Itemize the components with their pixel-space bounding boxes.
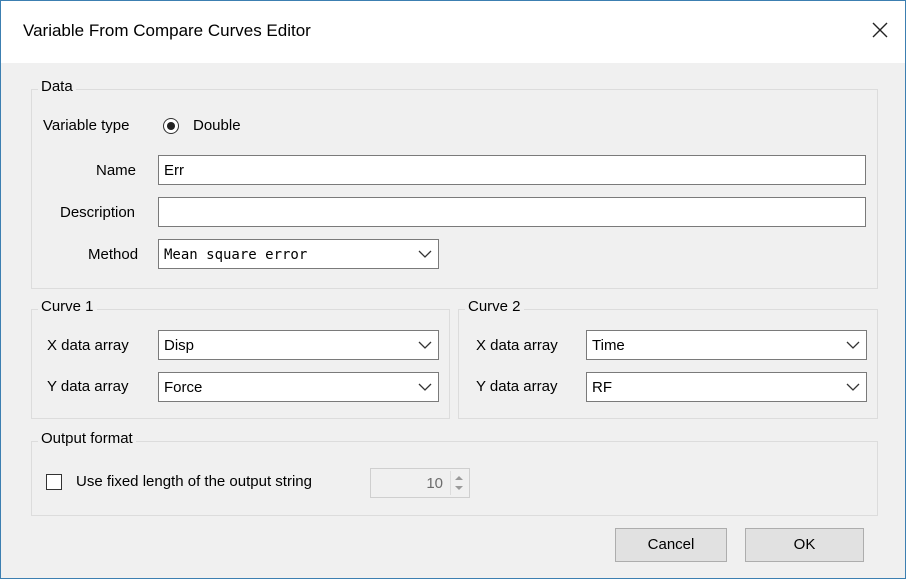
curve1-x-value: Disp <box>164 337 195 354</box>
curve2-x-value: Time <box>592 337 625 354</box>
title-bar: Variable From Compare Curves Editor <box>1 1 905 63</box>
double-radio-label[interactable]: Double <box>193 117 241 134</box>
curve2-y-select[interactable]: RF <box>586 372 867 402</box>
method-select-value: Mean square error <box>164 247 308 263</box>
curve1-title: Curve 1 <box>38 298 97 315</box>
spinner-arrows[interactable] <box>450 471 467 495</box>
curve1-x-select[interactable]: Disp <box>158 330 439 360</box>
variable-type-label: Variable type <box>43 117 130 134</box>
method-select[interactable]: Mean square error <box>158 239 439 269</box>
description-input[interactable] <box>158 197 866 227</box>
chevron-down-icon <box>418 250 432 258</box>
spin-up-down-icon <box>455 476 463 490</box>
name-label: Name <box>96 162 137 179</box>
length-value: 10 <box>426 475 443 492</box>
chevron-down-icon <box>846 383 860 391</box>
curve2-group <box>458 309 878 419</box>
method-label: Method <box>88 246 139 263</box>
curve2-x-label: X data array <box>476 337 558 354</box>
fixed-length-checkbox[interactable] <box>46 474 62 490</box>
double-radio[interactable] <box>163 118 179 134</box>
curve1-y-value: Force <box>164 379 203 396</box>
chevron-down-icon <box>418 383 432 391</box>
curve2-y-value: RF <box>592 379 612 396</box>
curve2-title: Curve 2 <box>465 298 524 315</box>
curve1-x-label: X data array <box>47 337 129 354</box>
close-icon[interactable] <box>865 15 895 45</box>
radio-selected-dot <box>167 122 175 130</box>
curve2-y-label: Y data array <box>476 378 558 395</box>
ok-button[interactable]: OK <box>745 528 864 562</box>
output-format-title: Output format <box>38 430 136 447</box>
chevron-down-icon <box>418 341 432 349</box>
name-input[interactable]: Err <box>158 155 866 185</box>
cancel-button[interactable]: Cancel <box>615 528 727 562</box>
curve1-y-label: Y data array <box>47 378 129 395</box>
dialog-title: Variable From Compare Curves Editor <box>23 21 311 40</box>
description-label: Description <box>60 204 136 221</box>
curve1-y-select[interactable]: Force <box>158 372 439 402</box>
fixed-length-label[interactable]: Use fixed length of the output string <box>76 473 312 490</box>
curve2-x-select[interactable]: Time <box>586 330 867 360</box>
data-group-title: Data <box>38 78 76 95</box>
editor-dialog: Variable From Compare Curves Editor Data… <box>0 0 906 579</box>
chevron-down-icon <box>846 341 860 349</box>
curve1-group <box>31 309 450 419</box>
length-spinner[interactable]: 10 <box>370 468 470 498</box>
